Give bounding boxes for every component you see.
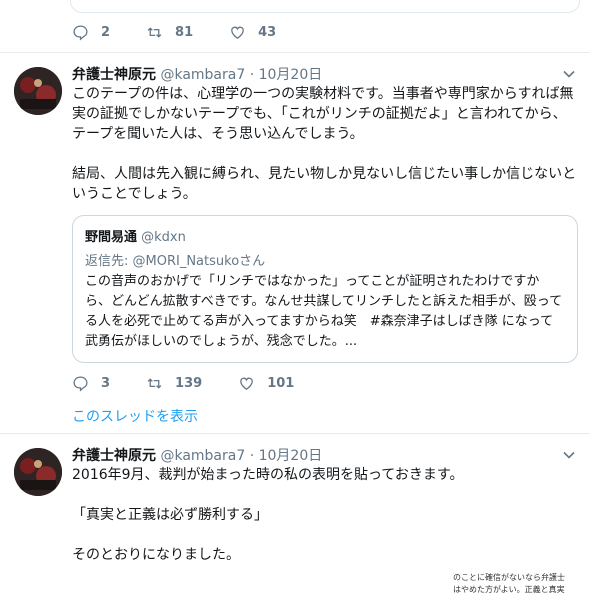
previous-tweet-quote-bottom	[70, 0, 580, 13]
reply-icon	[73, 376, 88, 392]
quoted-user-handle: @kdxn	[141, 230, 186, 245]
previous-tweet: 2 81 43	[0, 0, 590, 53]
reply-count: 2	[101, 25, 111, 40]
like-count: 43	[258, 25, 277, 40]
retweet-icon	[147, 378, 162, 389]
attached-image-caption: のことに確信がないなら弁護士 はやめた方がよい。正義と真実	[453, 572, 583, 596]
display-name[interactable]: 弁護士神原元	[72, 67, 156, 83]
avatar[interactable]	[14, 448, 62, 496]
retweet-button[interactable]: 139	[146, 375, 202, 392]
caption-line: のことに確信がないなら弁護士	[453, 573, 565, 582]
chevron-down-icon[interactable]	[562, 67, 576, 81]
tweet-header: 弁護士神原元 @kambara7 · 10月20日	[72, 445, 322, 465]
tweet-header: 弁護士神原元 @kambara7 · 10月20日	[72, 64, 322, 84]
reply-icon	[73, 25, 88, 41]
display-name[interactable]: 弁護士神原元	[72, 448, 156, 464]
show-thread-link[interactable]: このスレッドを表示	[72, 406, 198, 426]
reply-button[interactable]: 3	[72, 375, 110, 392]
quoted-tweet[interactable]: 野間易通 @kdxn 返信先: @MORI_Natsukoさん この音声のおかげ…	[72, 215, 578, 363]
retweet-count: 81	[175, 25, 194, 40]
reply-count: 3	[101, 376, 111, 391]
tweet-paragraph: 結局、人間は先入観に縛られ、見たい物しか見ないし信じたい事しか信じないということ…	[72, 166, 577, 202]
timestamp[interactable]: 10月20日	[259, 67, 323, 83]
user-handle[interactable]: @kambara7	[160, 448, 245, 464]
quoted-tweet-header: 野間易通 @kdxn	[85, 226, 186, 245]
quoted-display-name: 野間易通	[85, 230, 138, 245]
tweet-paragraph: このテープの件は、心理学の一つの実験材料です。当事者や専門家からすれば無実の証拠…	[72, 86, 574, 142]
reply-context: 返信先: @MORI_Natsukoさん	[85, 250, 265, 269]
previous-tweet-actions: 2 81 43	[72, 24, 312, 41]
reply-prefix: 返信先:	[85, 254, 133, 269]
tweet-line: そのとおりになりました。	[72, 547, 240, 563]
like-button[interactable]: 101	[238, 375, 294, 392]
tweet[interactable]: 弁護士神原元 @kambara7 · 10月20日 このテープの件は、心理学の一…	[0, 53, 590, 434]
tweet-text: このテープの件は、心理学の一つの実験材料です。当事者や専門家からすれば無実の証拠…	[72, 84, 580, 204]
avatar[interactable]	[14, 67, 62, 115]
like-count: 101	[267, 376, 295, 391]
heart-icon	[240, 377, 253, 390]
timestamp[interactable]: 10月20日	[259, 448, 323, 464]
heart-icon	[231, 26, 244, 39]
separator: ·	[249, 448, 255, 464]
retweet-icon	[147, 27, 162, 38]
retweet-button[interactable]: 81	[146, 24, 193, 41]
tweet-actions: 3 139 101	[72, 375, 330, 392]
chevron-down-icon[interactable]	[562, 448, 576, 462]
quoted-tweet-text: この音声のおかげで「リンチではなかった」ってことが証明されたわけですから、どんど…	[85, 274, 563, 349]
tweet-line: 2016年9月、裁判が始まった時の私の表明を貼っておきます。	[72, 467, 464, 483]
like-button[interactable]: 43	[229, 24, 276, 41]
reply-button[interactable]: 2	[72, 24, 110, 41]
avatar-image	[14, 448, 62, 496]
separator: ·	[249, 67, 255, 83]
retweet-count: 139	[175, 376, 203, 391]
avatar-image	[14, 67, 62, 115]
tweet-line: 「真実と正義は必ず勝利する」	[72, 507, 268, 523]
user-handle[interactable]: @kambara7	[160, 67, 245, 83]
reply-target-link[interactable]: @MORI_Natsukoさん	[133, 254, 266, 269]
caption-line: はやめた方がよい。正義と真実	[453, 585, 565, 594]
tweet-text: 2016年9月、裁判が始まった時の私の表明を貼っておきます。 「真実と正義は必ず…	[72, 465, 580, 565]
